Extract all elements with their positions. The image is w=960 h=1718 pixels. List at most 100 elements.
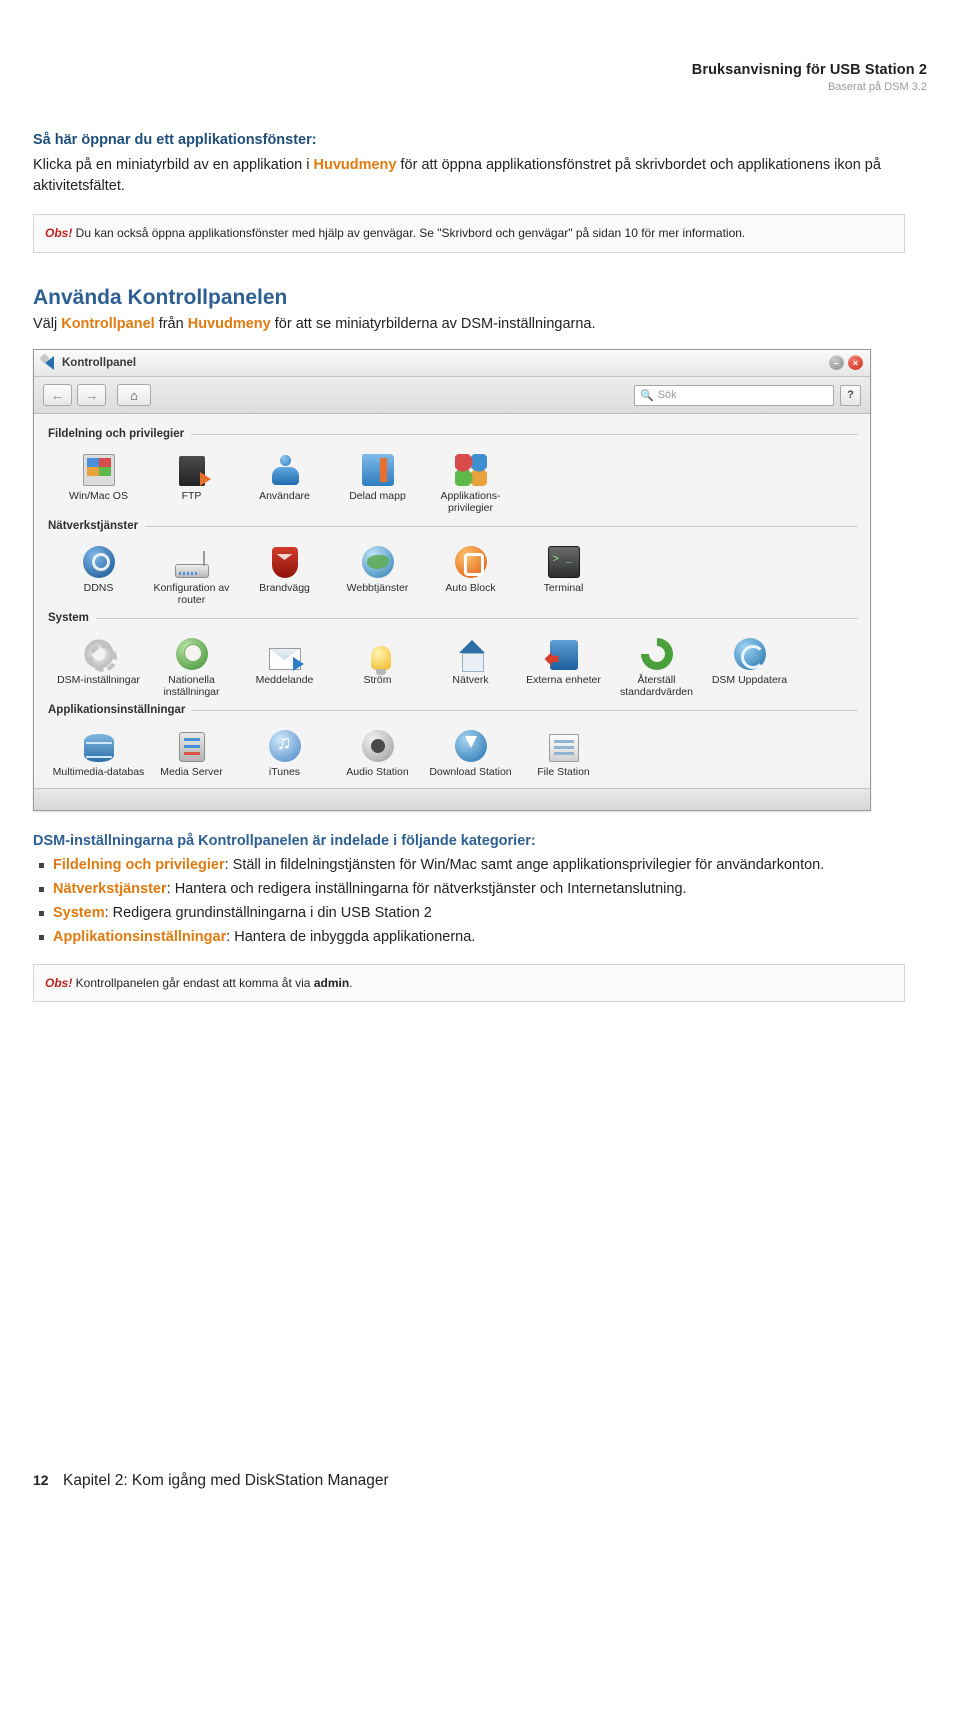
cp-item-meddelande[interactable]: Meddelande bbox=[238, 628, 331, 698]
section-text-1: Välj bbox=[33, 316, 62, 332]
cp-item-label: DSM Uppdatera bbox=[711, 674, 788, 686]
cp-item-label: Win/Mac OS bbox=[69, 490, 128, 502]
cp-item-label: Applikations-privilegier bbox=[440, 490, 501, 514]
mediaserver-icon bbox=[145, 724, 238, 762]
category-label: Applikationsinställningar bbox=[48, 704, 186, 716]
cp-item-multimedia-databas[interactable]: Multimedia-databas bbox=[52, 720, 145, 778]
cp-item-label: iTunes bbox=[268, 766, 301, 778]
close-icon[interactable]: × bbox=[848, 355, 863, 370]
section-lead-paragraph: Välj Kontrollpanel från Huvudmeny för at… bbox=[33, 314, 905, 335]
cp-item-anvandare[interactable]: Användare bbox=[238, 444, 331, 514]
cp-item-itunes[interactable]: iTunes bbox=[238, 720, 331, 778]
mail-icon bbox=[238, 632, 331, 671]
cp-item-audio-station[interactable]: Audio Station bbox=[331, 720, 424, 778]
category-items: DDNS Konfiguration av router Brandvägg W… bbox=[46, 536, 858, 606]
cp-item-label: Användare bbox=[259, 490, 310, 502]
cp-item-strom[interactable]: Ström bbox=[331, 628, 424, 698]
cp-item-label: Nationella inställningar bbox=[163, 674, 220, 698]
list-item: Nätverkstjänster: Hantera och redigera i… bbox=[33, 879, 905, 900]
shield-icon bbox=[238, 540, 331, 578]
category-header: System bbox=[48, 612, 858, 624]
category-fildelning: Fildelning och privilegier Win/Mac OS FT… bbox=[46, 428, 858, 514]
help-button[interactable]: ? bbox=[840, 384, 861, 406]
intro-heading: Så här öppnar du ett applikationsfönster… bbox=[33, 132, 317, 148]
bullet-text: : Redigera grundinställningarna i din US… bbox=[104, 905, 432, 921]
cp-item-brandvagg[interactable]: Brandvägg bbox=[238, 536, 331, 606]
cp-item-label: DSM-inställningar bbox=[57, 674, 140, 686]
cp-item-router[interactable]: Konfiguration av router bbox=[145, 536, 238, 606]
cp-item-natverk[interactable]: Nätverk bbox=[424, 628, 517, 698]
section-text-3: för att se miniatyrbilderna av DSM-instä… bbox=[270, 316, 596, 332]
list-item: Fildelning och privilegier: Ställ in fil… bbox=[33, 855, 905, 876]
control-panel-window: Kontrollpanel – × ← → ⌂ 🔍 Sök ? Fildelni… bbox=[33, 349, 871, 811]
document-subtitle: Baserat på DSM 3.2 bbox=[827, 81, 927, 93]
cp-item-label: Terminal bbox=[543, 582, 584, 594]
cp-item-externa-enheter[interactable]: Externa enheter bbox=[517, 628, 610, 698]
bullet-text: : Ställ in fildelningstjänsten för Win/M… bbox=[224, 857, 825, 873]
cp-item-nationella-installningar[interactable]: Nationella inställningar bbox=[145, 628, 238, 698]
cp-item-media-server[interactable]: Media Server bbox=[145, 720, 238, 778]
cp-item-ddns[interactable]: DDNS bbox=[52, 536, 145, 606]
multimedia-icon bbox=[52, 724, 145, 762]
cp-item-download-station[interactable]: Download Station bbox=[424, 720, 517, 778]
cp-item-webbtjanster[interactable]: Webbtjänster bbox=[331, 536, 424, 606]
categories-heading: DSM-inställningarna på Kontrollpanelen ä… bbox=[33, 833, 536, 849]
cp-item-auto-block[interactable]: Auto Block bbox=[424, 536, 517, 606]
minimize-icon[interactable]: – bbox=[829, 355, 844, 370]
categories-list: Fildelning och privilegier: Ställ in fil… bbox=[33, 855, 905, 948]
cp-item-dsm-uppdatera[interactable]: DSM Uppdatera bbox=[703, 628, 796, 698]
cp-item-label: Audio Station bbox=[346, 766, 409, 778]
control-panel-body: Fildelning och privilegier Win/Mac OS FT… bbox=[34, 414, 870, 778]
download-icon bbox=[424, 724, 517, 762]
cp-item-ftp[interactable]: FTP bbox=[145, 444, 238, 514]
clock-icon bbox=[145, 632, 238, 670]
footer-chapter-text: Kapitel 2: Kom igång med DiskStation Man… bbox=[63, 1472, 389, 1489]
cp-item-winmacos[interactable]: Win/Mac OS bbox=[52, 444, 145, 514]
note-text-before: Kontrollpanelen går endast att komma åt … bbox=[72, 976, 314, 990]
window-buttons: – × bbox=[829, 355, 863, 370]
person-icon bbox=[238, 448, 331, 486]
cp-item-label: Multimedia-databas bbox=[52, 766, 145, 778]
cp-item-label: Återställ standardvärden bbox=[620, 674, 693, 698]
itunes-icon bbox=[238, 724, 331, 762]
section-text-2: från bbox=[154, 316, 188, 332]
list-item: System: Redigera grundinställningarna i … bbox=[33, 903, 905, 924]
window-statusbar bbox=[34, 788, 870, 810]
gear-icon bbox=[52, 632, 145, 672]
categories-explanation: DSM-inställningarna på Kontrollpanelen ä… bbox=[33, 833, 905, 948]
page-number: 12 bbox=[33, 1472, 49, 1488]
usb-icon bbox=[517, 632, 610, 670]
cp-item-label: Meddelande bbox=[255, 674, 314, 686]
cp-item-dsm-installningar[interactable]: DSM-inställningar bbox=[52, 628, 145, 698]
cp-item-label: File Station bbox=[537, 766, 590, 778]
cp-item-label: FTP bbox=[181, 490, 202, 502]
bullet-term: Applikationsinställningar bbox=[53, 929, 227, 945]
monitor-icon bbox=[52, 448, 145, 486]
category-rule bbox=[95, 617, 858, 619]
forward-button[interactable]: → bbox=[77, 384, 106, 406]
document-title: Bruksanvisning för USB Station 2 bbox=[691, 62, 927, 78]
audio-icon bbox=[331, 724, 424, 762]
search-input[interactable]: 🔍 Sök bbox=[634, 384, 834, 406]
document-header: Bruksanvisning för USB Station 2 Baserat… bbox=[0, 62, 927, 93]
cp-item-label: Konfiguration av router bbox=[153, 582, 230, 606]
router-icon bbox=[145, 540, 238, 578]
globe-icon bbox=[331, 540, 424, 578]
cp-item-label: Download Station bbox=[429, 766, 512, 778]
cp-item-terminal[interactable]: Terminal bbox=[517, 536, 610, 606]
bullet-text: : Hantera de inbyggda applikationerna. bbox=[226, 929, 476, 945]
category-rule bbox=[145, 525, 858, 527]
note-label: Obs! bbox=[45, 976, 73, 990]
cp-item-file-station[interactable]: File Station bbox=[517, 720, 610, 778]
back-button[interactable]: ← bbox=[43, 384, 72, 406]
cp-item-delad-mapp[interactable]: Delad mapp bbox=[331, 444, 424, 514]
cp-item-applikationsprivilegier[interactable]: Applikations-privilegier bbox=[424, 444, 517, 514]
cp-item-aterstall[interactable]: Återställ standardvärden bbox=[610, 628, 703, 698]
content-column: Så här öppnar du ett applikationsfönster… bbox=[33, 132, 905, 1002]
category-items: Win/Mac OS FTP Användare Delad mapp Appl… bbox=[46, 444, 858, 514]
bullet-term: Nätverkstjänster bbox=[53, 881, 167, 897]
cp-item-label: Ström bbox=[363, 674, 392, 686]
note-box-shortcuts: Obs! Du kan också öppna applikationsföns… bbox=[33, 214, 905, 253]
home-button[interactable]: ⌂ bbox=[117, 384, 151, 406]
category-header: Fildelning och privilegier bbox=[48, 428, 858, 440]
